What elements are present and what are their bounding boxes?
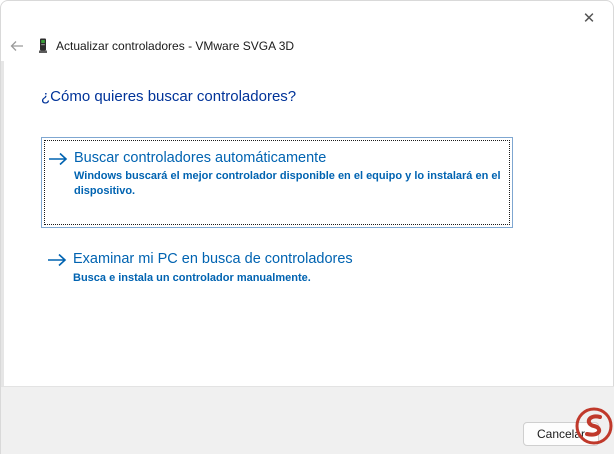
right-arrow-icon — [49, 152, 68, 166]
window-left-edge — [1, 61, 4, 386]
back-button[interactable] — [8, 37, 26, 55]
option-description: Busca e instala un controlador manualmen… — [73, 272, 311, 284]
option-description: Windows buscará el mejor controlador dis… — [74, 170, 501, 197]
dialog-title-bar: Actualizar controladores - VMware SVGA 3… — [38, 37, 294, 55]
graphics-card-icon — [39, 38, 47, 53]
search-automatically-option[interactable]: Buscar controladores automáticamente Win… — [41, 137, 513, 228]
option-title: Buscar controladores automáticamente — [74, 150, 327, 166]
page-question: ¿Cómo quieres buscar controladores? — [41, 88, 297, 105]
watermark-logo — [575, 407, 613, 445]
update-drivers-dialog: ✕ Actualizar controladores - VMware SVGA… — [0, 0, 614, 454]
dialog-title: Actualizar controladores - VMware SVGA 3… — [56, 39, 295, 53]
option-title: Examinar mi PC en busca de controladores — [73, 251, 353, 267]
close-icon: ✕ — [582, 10, 596, 27]
dialog-footer — [1, 386, 614, 454]
close-button[interactable]: ✕ — [571, 3, 607, 33]
right-arrow-icon — [48, 253, 67, 267]
back-arrow-icon — [10, 41, 23, 51]
browse-my-pc-option[interactable]: Examinar mi PC en busca de controladores… — [41, 243, 513, 295]
